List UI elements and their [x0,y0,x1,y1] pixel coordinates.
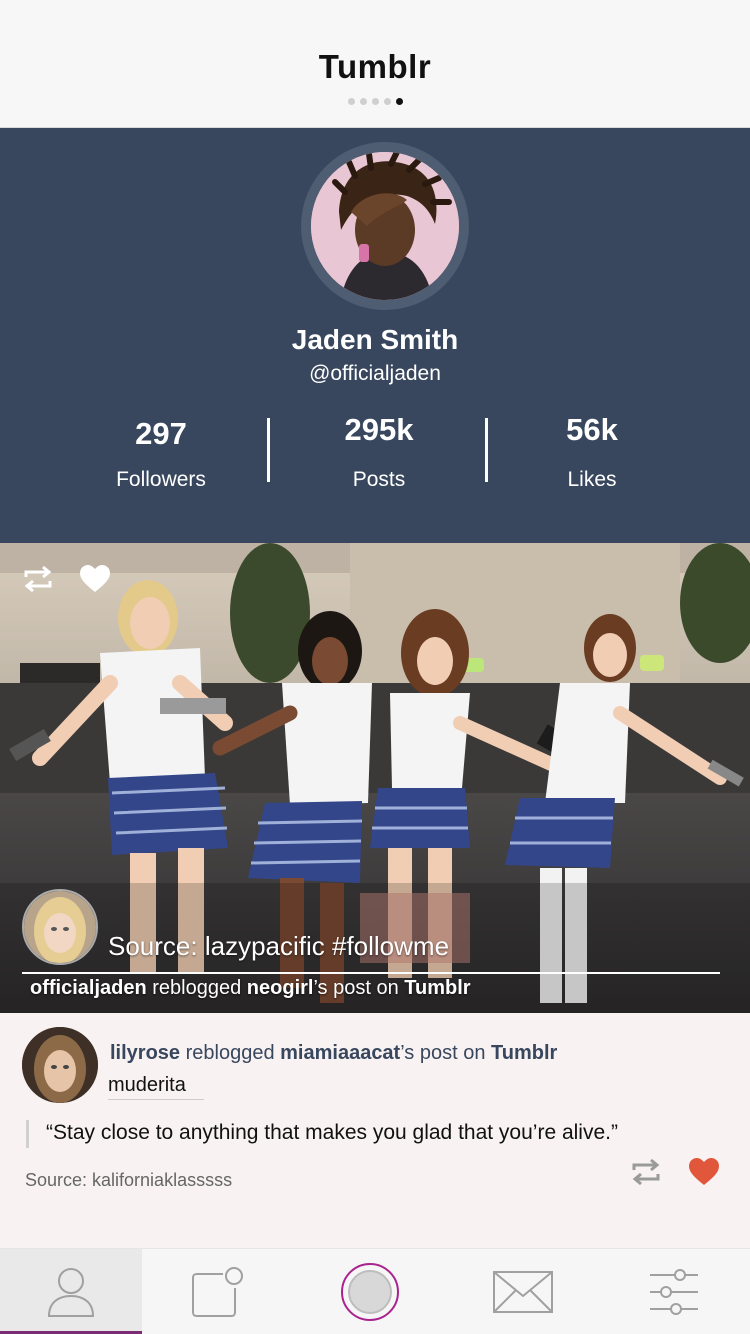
page-indicator[interactable] [0,98,750,105]
page-dot[interactable] [371,98,379,105]
quote-bar [26,1120,29,1148]
post-tag[interactable]: muderita [108,1074,204,1100]
new-post-icon [192,1267,243,1317]
page-dot[interactable] [359,98,367,105]
photo-post-actions [22,565,110,598]
profile-name: Jaden Smith [291,324,459,355]
stat-followers[interactable]: 297 Followers [51,412,271,492]
reblog-icon[interactable] [630,1158,662,1191]
text-post-actions [630,1158,720,1191]
profile-panel: Jaden Smith @officialjaden 297 Followers… [0,128,750,543]
reblogged-text: reblogged [152,977,242,999]
reblogged-text: reblogged [185,1042,275,1064]
app-title: Tumblr [318,48,432,85]
heart-icon[interactable] [80,565,110,598]
original-username[interactable]: neogirl [247,977,314,999]
quote-text: “Stay close to anything that makes you g… [46,1121,618,1144]
profile-avatar[interactable] [311,152,459,300]
text-post-avatar[interactable] [22,1027,98,1103]
reblog-icon[interactable] [22,565,54,598]
text-post-source[interactable]: Source: kaliforniaklasssss [25,1170,232,1191]
tab-settings[interactable] [598,1249,750,1334]
avatar-photo [311,152,459,300]
caption-divider [22,972,720,974]
stat-posts[interactable]: 295k Posts [269,408,489,492]
page-dot[interactable] [383,98,391,105]
mail-icon [493,1271,553,1313]
page-dot[interactable] [347,98,355,105]
source-avatar[interactable] [22,889,98,965]
heart-icon[interactable] [688,1158,720,1191]
settings-sliders-icon [650,1269,698,1315]
reblog-caption: officialjaden reblogged neogirl’s post o… [30,977,471,1000]
source-text[interactable]: Source: lazypacific #followme [108,931,449,962]
posts-count: 295k [344,412,414,447]
platform-name: Tumblr [491,1042,558,1064]
text-post[interactable]: lilyrose reblogged miamiaaacat’s post on… [0,1013,750,1248]
reblogger-username[interactable]: lilyrose [110,1042,180,1064]
app-header: Tumblr [0,0,750,128]
stat-likes[interactable]: 56k Likes [482,408,702,492]
post-on-text: ’s post on [400,1042,486,1064]
reblogger-username[interactable]: officialjaden [30,977,147,999]
original-username[interactable]: miamiaaacat [280,1042,400,1064]
followers-count: 297 [135,416,187,451]
posts-label: Posts [352,468,406,491]
tab-bar [0,1248,750,1334]
platform-name: Tumblr [404,977,471,999]
profile-handle: @officialjaden [309,362,441,385]
avatar-ring [301,142,469,310]
followers-label: Followers [116,468,206,491]
text-post-meta: lilyrose reblogged miamiaaacat’s post on… [110,1042,557,1065]
page-dot-active[interactable] [395,98,403,105]
source-row[interactable]: Source: lazypacific #followme [22,889,722,973]
post-on-text: ’s post on [313,977,399,999]
likes-count: 56k [566,412,618,447]
tab-new-post[interactable] [142,1249,292,1334]
home-icon [341,1263,399,1321]
tab-profile[interactable] [0,1249,142,1334]
photo-post[interactable]: Source: lazypacific #followme officialja… [0,543,750,1013]
likes-label: Likes [567,468,617,491]
profile-icon [47,1268,95,1317]
tab-messages[interactable] [448,1249,598,1334]
tab-home[interactable] [292,1249,448,1334]
